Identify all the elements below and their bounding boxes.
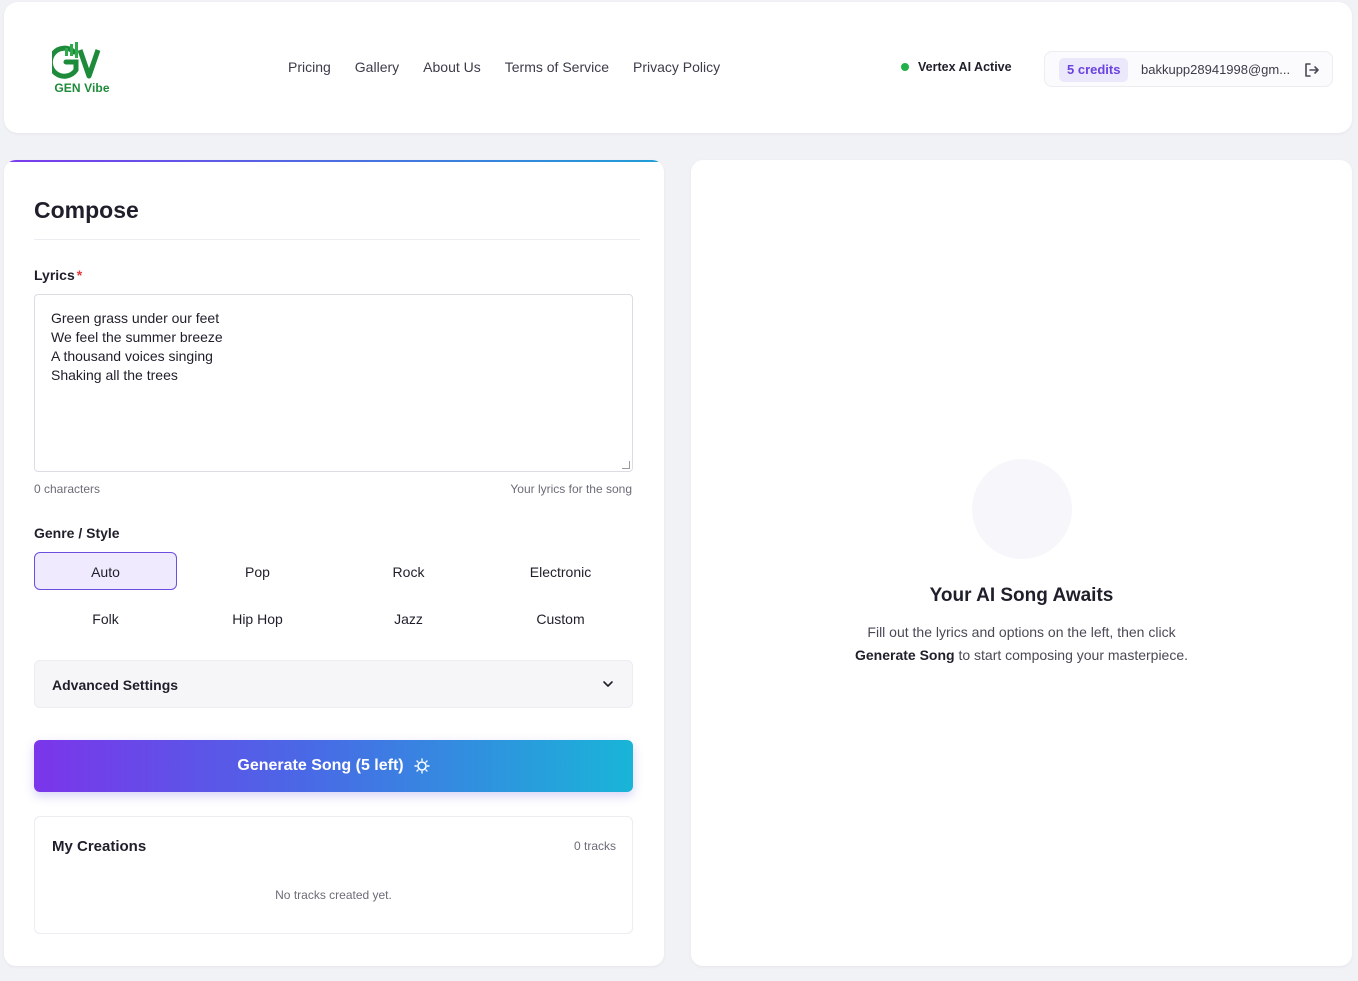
genre-pop-button[interactable]: Pop — [186, 552, 329, 590]
status-dot-icon — [901, 63, 909, 71]
my-creations-card: My Creations 0 tracks No tracks created … — [34, 816, 633, 934]
genre-jazz-button[interactable]: Jazz — [337, 599, 480, 637]
logo[interactable]: GEN Vibe — [46, 42, 118, 98]
gv-logo-icon — [52, 42, 101, 79]
ai-status: Vertex AI Active — [901, 60, 1012, 74]
lyrics-label-text: Lyrics — [34, 267, 75, 283]
main-nav: Pricing Gallery About Us Terms of Servic… — [288, 59, 744, 75]
nav-privacy-policy[interactable]: Privacy Policy — [633, 59, 720, 75]
nav-gallery[interactable]: Gallery — [355, 59, 399, 75]
soundwave-badge — [972, 459, 1072, 559]
logo-text: GEN Vibe — [54, 81, 110, 95]
genre-folk-button[interactable]: Folk — [34, 599, 177, 637]
nav-about-us[interactable]: About Us — [423, 59, 481, 75]
resize-grip-icon[interactable] — [622, 461, 630, 469]
chevron-down-icon — [603, 681, 613, 687]
tracks-count: 0 tracks — [573, 839, 616, 853]
lyrics-label: Lyrics * — [34, 267, 82, 283]
panel-accent-bar — [4, 160, 664, 162]
advanced-settings-toggle[interactable]: Advanced Settings — [34, 660, 633, 708]
logout-icon[interactable] — [1303, 61, 1321, 79]
preview-title: Your AI Song Awaits — [929, 585, 1114, 606]
empty-tracks-message: No tracks created yet. — [275, 888, 392, 902]
preview-description: Fill out the lyrics and options on the l… — [691, 621, 1352, 667]
genre-electronic-button[interactable]: Electronic — [489, 552, 632, 590]
compose-panel: Compose Lyrics * Green grass under our fe… — [4, 160, 664, 966]
credits-badge: 5 credits — [1059, 58, 1129, 82]
genre-custom-button[interactable]: Custom — [489, 599, 632, 637]
genre-auto-button[interactable]: Auto — [34, 552, 177, 590]
top-header: GEN Vibe Pricing Gallery About Us Terms … — [4, 2, 1352, 133]
lyrics-hint: Your lyrics for the song — [510, 482, 632, 496]
required-marker: * — [76, 267, 83, 283]
status-label: Vertex AI Active — [918, 60, 1012, 74]
soundwave-icon — [1000, 489, 1045, 529]
advanced-settings-label: Advanced Settings — [52, 677, 179, 693]
lyrics-textarea[interactable]: Green grass under our feet We feel the s… — [34, 294, 633, 472]
preview-text-line1: Fill out the lyrics and options on the l… — [867, 624, 1176, 640]
genre-hiphop-button[interactable]: Hip Hop — [186, 599, 329, 637]
compose-title: Compose — [34, 197, 139, 223]
preview-panel: Your AI Song Awaits Fill out the lyrics … — [691, 160, 1352, 966]
genre-rock-button[interactable]: Rock — [337, 552, 480, 590]
generate-song-button[interactable]: Generate Song (5 left) — [34, 740, 633, 792]
account-box: 5 credits bakkupp28941998@gm... — [1044, 51, 1333, 87]
spinner-icon — [413, 758, 430, 774]
my-creations-title: My Creations — [52, 838, 147, 855]
nav-terms-of-service[interactable]: Terms of Service — [505, 59, 609, 75]
generate-song-label: Generate Song (5 left) — [237, 757, 404, 774]
preview-text-line2: to start composing your masterpiece. — [954, 647, 1189, 663]
genre-label: Genre / Style — [34, 525, 120, 541]
user-email: bakkupp28941998@gm... — [1141, 62, 1291, 77]
nav-pricing[interactable]: Pricing — [288, 59, 331, 75]
char-count: 0 characters — [34, 482, 101, 496]
preview-text-bold: Generate Song — [854, 647, 955, 663]
divider — [34, 239, 640, 240]
